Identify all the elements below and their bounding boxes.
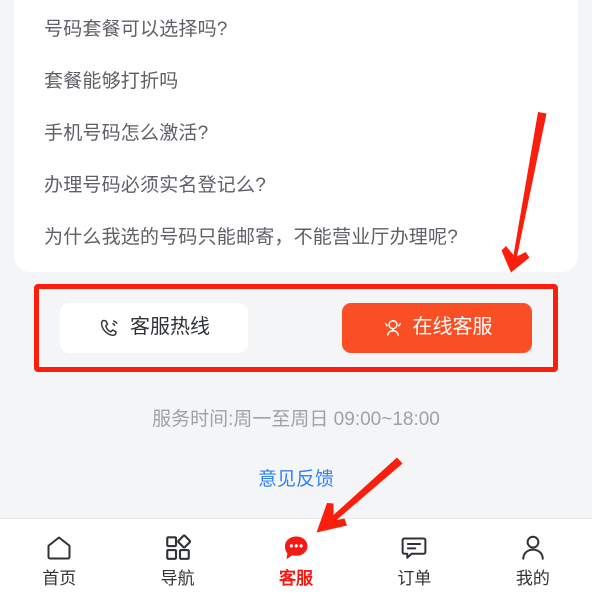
hotline-button-label: 客服热线 bbox=[130, 316, 210, 338]
grid-nav-icon bbox=[163, 533, 193, 563]
tab-navigation-label: 导航 bbox=[160, 569, 195, 588]
order-bubble-icon bbox=[399, 533, 429, 563]
faq-item[interactable]: 号码套餐可以选择吗? bbox=[44, 4, 548, 56]
service-hours-text: 服务时间:周一至周日 09:00~18:00 bbox=[152, 409, 440, 430]
online-service-button[interactable]: 在线客服 bbox=[342, 303, 532, 353]
customer-service-page: 号码套餐可以选择吗? 套餐能够打折吗 手机号码怎么激活? 办理号码必须实名登记么… bbox=[0, 0, 592, 608]
faq-item[interactable]: 手机号码怎么激活? bbox=[44, 108, 548, 160]
faq-card: 号码套餐可以选择吗? 套餐能够打折吗 手机号码怎么激活? 办理号码必须实名登记么… bbox=[14, 0, 578, 272]
hotline-button[interactable]: 客服热线 bbox=[60, 303, 248, 353]
faq-item[interactable]: 为什么我选的号码只能邮寄，不能营业厅办理呢? bbox=[44, 212, 548, 264]
tab-navigation[interactable]: 导航 bbox=[118, 533, 236, 587]
tab-orders-label: 订单 bbox=[397, 569, 432, 588]
tab-orders[interactable]: 订单 bbox=[355, 533, 473, 587]
online-service-button-label: 在线客服 bbox=[412, 316, 493, 338]
faq-item[interactable]: 办理号码必须实名登记么? bbox=[44, 160, 548, 212]
tab-home-label: 首页 bbox=[42, 569, 77, 588]
feedback-link[interactable]: 意见反馈 bbox=[258, 469, 334, 490]
tab-profile-label: 我的 bbox=[515, 569, 550, 588]
faq-item[interactable]: 套餐能够打折吗 bbox=[44, 56, 548, 108]
action-button-row: 客服热线 在线客服 bbox=[46, 296, 546, 360]
headset-agent-icon bbox=[382, 317, 404, 339]
action-strip: 客服热线 在线客服 bbox=[0, 284, 592, 374]
tab-profile[interactable]: 我的 bbox=[474, 533, 592, 587]
tab-customer-service[interactable]: 客服 bbox=[237, 533, 355, 587]
phone-call-icon bbox=[98, 317, 121, 340]
tab-customer-service-label: 客服 bbox=[279, 569, 314, 588]
home-icon bbox=[44, 533, 74, 563]
feedback-link-wrap: 意见反馈 bbox=[0, 464, 592, 491]
user-profile-icon bbox=[518, 533, 548, 563]
tab-home[interactable]: 首页 bbox=[0, 533, 118, 587]
customer-service-bubble-icon bbox=[281, 533, 311, 563]
bottom-tab-bar: 首页 导航 客服 订单 我的 bbox=[0, 518, 592, 608]
